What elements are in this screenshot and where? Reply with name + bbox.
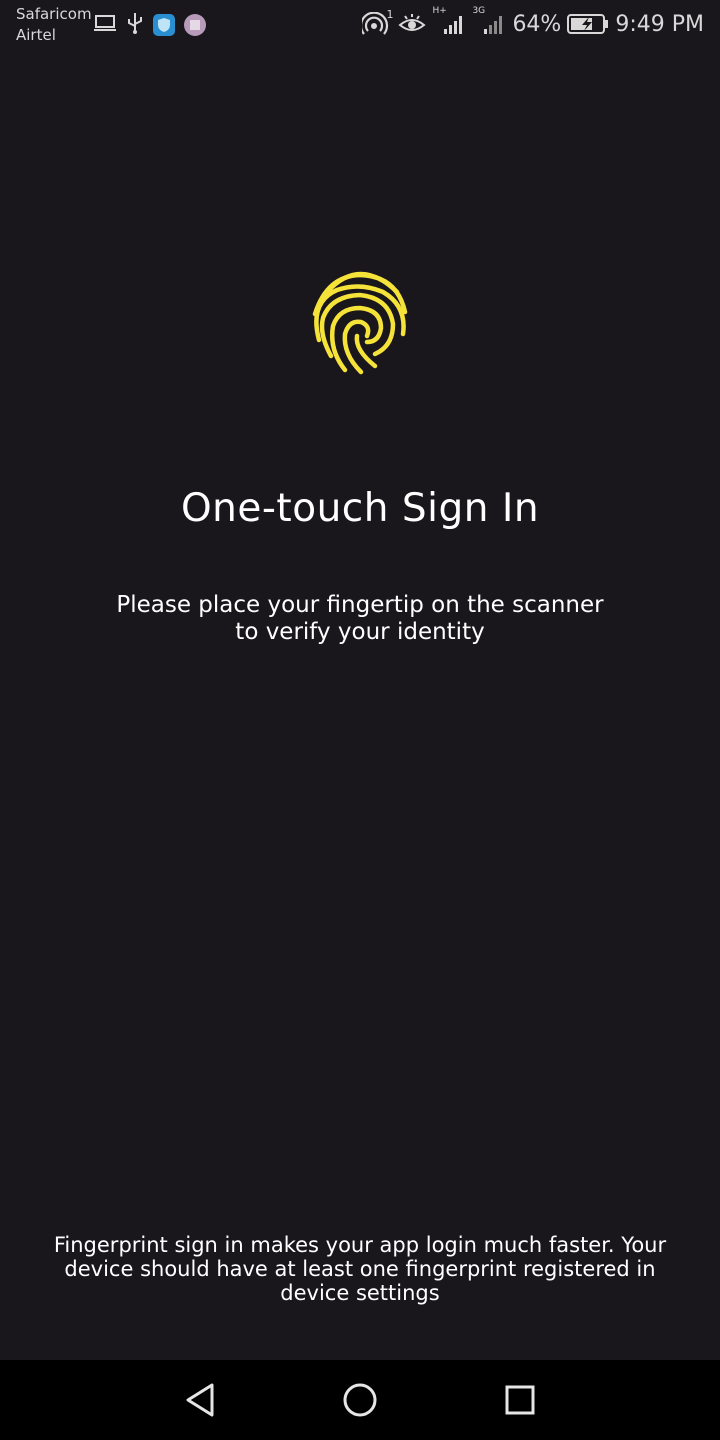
usb-icon (126, 11, 144, 39)
network-type-1: H+ (432, 6, 447, 16)
battery-charging-icon (567, 13, 609, 35)
instruction-text: Please place your fingertip on the scann… (116, 592, 604, 645)
fingerprint-icon (312, 271, 408, 375)
recents-icon[interactable] (498, 1378, 542, 1422)
shield-app-icon (153, 14, 175, 36)
hotspot-icon: 1 (362, 8, 393, 36)
system-status: 1 H+ 3G 64% 9:49 PM (362, 6, 704, 38)
fingerprint-sign-in-screen: Safaricom Airtel 1 H+ 3G 64% 9:49 PM One… (0, 0, 720, 1440)
carrier-primary: Safaricom (16, 5, 92, 23)
home-icon[interactable] (338, 1378, 382, 1422)
notification-icons (93, 12, 206, 38)
carrier-names: Safaricom Airtel (16, 4, 92, 46)
hotspot-badge: 1 (386, 8, 394, 21)
status-bar: Safaricom Airtel 1 H+ 3G 64% 9:49 PM (0, 0, 720, 52)
clock: 9:49 PM (615, 11, 704, 37)
page-title: One-touch Sign In (180, 486, 540, 531)
app-tile-icon (184, 14, 206, 36)
navigation-bar (0, 1360, 720, 1440)
back-icon[interactable] (178, 1378, 222, 1422)
laptop-icon (93, 13, 117, 37)
info-note: Fingerprint sign in makes your app login… (53, 1233, 667, 1305)
network-type-2: 3G (472, 6, 486, 16)
signal-icon: H+ (432, 6, 466, 36)
carrier-secondary: Airtel (16, 26, 56, 44)
battery-percent: 64% (512, 11, 562, 37)
eye-comfort-icon (398, 13, 427, 35)
signal-icon: 3G (472, 6, 506, 36)
